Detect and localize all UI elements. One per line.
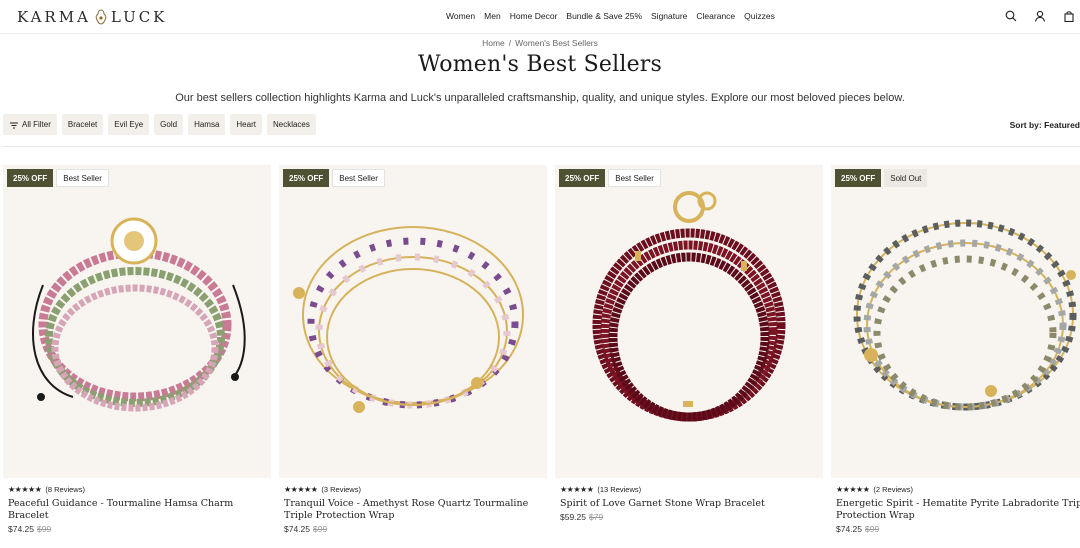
filter-chip-necklaces[interactable]: Necklaces (266, 114, 316, 135)
sort-value: Featured (1044, 120, 1080, 130)
product-image[interactable]: 25% OFF Sold Out (831, 165, 1080, 478)
logo[interactable]: KARMA LUCK (17, 8, 167, 26)
filter-chip-heart[interactable]: Heart (230, 114, 262, 135)
review-count[interactable]: (3 Reviews) (321, 485, 361, 494)
sort-label: Sort by: (1009, 120, 1042, 130)
best-seller-badge: Best Seller (56, 169, 109, 187)
product-badges: 25% OFF Best Seller (559, 169, 661, 187)
filter-chip-bracelet[interactable]: Bracelet (61, 114, 104, 135)
star-rating-icon: ★★★★★ (836, 485, 870, 494)
product-price: $74.25 $99 (284, 524, 542, 534)
nav-item-signature[interactable]: Signature (651, 11, 687, 21)
product-name[interactable]: Energetic Spirit - Hematite Pyrite Labra… (836, 498, 1080, 522)
best-seller-badge: Best Seller (332, 169, 385, 187)
original-price: $99 (37, 524, 52, 534)
account-icon[interactable] (1034, 10, 1046, 22)
product-image[interactable]: 25% OFF Best Seller (3, 165, 271, 478)
header-icons (1005, 10, 1075, 22)
product-badges: 25% OFF Best Seller (7, 169, 109, 187)
original-price: $99 (313, 524, 328, 534)
cart-icon[interactable] (1063, 10, 1075, 22)
divider (3, 146, 1080, 147)
nav-item-men[interactable]: Men (484, 11, 501, 21)
garnet-wrap-image (592, 191, 786, 422)
product-name[interactable]: Spirit of Love Garnet Stone Wrap Bracele… (560, 498, 818, 510)
product-info: ★★★★★ (3 Reviews) Tranquil Voice - Ameth… (279, 478, 547, 534)
product-name[interactable]: Tranquil Voice - Amethyst Rose Quartz To… (284, 498, 542, 522)
product-badges: 25% OFF Best Seller (283, 169, 385, 187)
nav-item-home-decor[interactable]: Home Decor (510, 11, 558, 21)
site-header: KARMA LUCK Women Men Home Decor Bundle &… (0, 0, 1080, 34)
product-card[interactable]: 25% OFF Best Seller ★★★★★ (8 Reviews) Pe… (3, 165, 271, 534)
search-icon[interactable] (1005, 10, 1017, 22)
product-card[interactable]: 25% OFF Sold Out ★★★★★ (2 Reviews) Energ… (831, 165, 1080, 534)
review-count[interactable]: (8 Reviews) (45, 485, 85, 494)
filter-chip-gold[interactable]: Gold (154, 114, 184, 135)
sort-dropdown[interactable]: Sort by: Featured (1010, 120, 1080, 130)
product-info: ★★★★★ (8 Reviews) Peaceful Guidance - To… (3, 478, 271, 534)
sale-price: $74.25 (8, 524, 34, 534)
breadcrumb-current: Women's Best Sellers (515, 38, 598, 48)
rating: ★★★★★ (3 Reviews) (284, 485, 542, 494)
nav-item-clearance[interactable]: Clearance (696, 11, 735, 21)
sale-price: $59.25 (560, 512, 586, 522)
review-count[interactable]: (2 Reviews) (873, 485, 913, 494)
page-title: Women's Best Sellers (417, 52, 663, 77)
star-rating-icon: ★★★★★ (560, 485, 594, 494)
original-price: $79 (589, 512, 604, 522)
rating: ★★★★★ (13 Reviews) (560, 485, 818, 494)
breadcrumb-separator: / (508, 38, 512, 48)
discount-badge: 25% OFF (835, 169, 882, 187)
all-filter-label: All Filter (22, 120, 51, 129)
product-price: $74.25 $99 (836, 524, 1080, 534)
logo-text-left: KARMA (17, 8, 91, 26)
nav-item-women[interactable]: Women (446, 11, 475, 21)
rating: ★★★★★ (8 Reviews) (8, 485, 266, 494)
product-image[interactable]: 25% OFF Best Seller (555, 165, 823, 478)
star-rating-icon: ★★★★★ (8, 485, 42, 494)
product-name[interactable]: Peaceful Guidance - Tourmaline Hamsa Cha… (8, 498, 266, 522)
discount-badge: 25% OFF (7, 169, 54, 187)
product-price: $59.25 $79 (560, 512, 818, 522)
product-info: ★★★★★ (13 Reviews) Spirit of Love Garnet… (555, 478, 823, 522)
breadcrumb: Home / Women's Best Sellers (0, 38, 1080, 48)
product-badges: 25% OFF Sold Out (835, 169, 928, 187)
best-seller-badge: Best Seller (608, 169, 661, 187)
product-image[interactable]: 25% OFF Best Seller (279, 165, 547, 478)
sale-price: $74.25 (284, 524, 310, 534)
review-count[interactable]: (13 Reviews) (597, 485, 641, 494)
breadcrumb-home[interactable]: Home (482, 38, 505, 48)
product-info: ★★★★★ (2 Reviews) Energetic Spirit - Hem… (831, 478, 1080, 534)
rating: ★★★★★ (2 Reviews) (836, 485, 1080, 494)
sold-out-badge: Sold Out (884, 169, 928, 187)
filter-icon (10, 122, 18, 128)
filter-chip-hamsa[interactable]: Hamsa (188, 114, 226, 135)
page-subtitle: Our best sellers collection highlights K… (175, 92, 905, 104)
main-nav: Women Men Home Decor Bundle & Save 25% S… (446, 11, 775, 21)
star-rating-icon: ★★★★★ (284, 485, 318, 494)
hematite-wrap-image (853, 219, 1077, 411)
sale-price: $74.25 (836, 524, 862, 534)
tourmaline-bracelet-image (32, 217, 246, 412)
nav-item-bundle-save[interactable]: Bundle & Save 25% (566, 11, 642, 21)
logo-text-right: LUCK (110, 8, 168, 26)
discount-badge: 25% OFF (559, 169, 606, 187)
discount-badge: 25% OFF (283, 169, 330, 187)
product-card[interactable]: 25% OFF Best Seller ★★★★★ (13 Reviews) S… (555, 165, 823, 534)
original-price: $99 (865, 524, 880, 534)
product-price: $74.25 $99 (8, 524, 266, 534)
all-filter-button[interactable]: All Filter (3, 114, 57, 135)
product-card[interactable]: 25% OFF Best Seller ★★★★★ (3 Reviews) Tr… (279, 165, 547, 534)
nav-item-quizzes[interactable]: Quizzes (744, 11, 775, 21)
hamsa-logo-icon (95, 9, 107, 25)
filter-chip-evil-eye[interactable]: Evil Eye (108, 114, 150, 135)
amethyst-wrap-image (293, 226, 524, 413)
filter-bar: All Filter Bracelet Evil Eye Gold Hamsa … (3, 114, 316, 135)
product-grid: 25% OFF Best Seller ★★★★★ (8 Reviews) Pe… (3, 165, 1080, 534)
